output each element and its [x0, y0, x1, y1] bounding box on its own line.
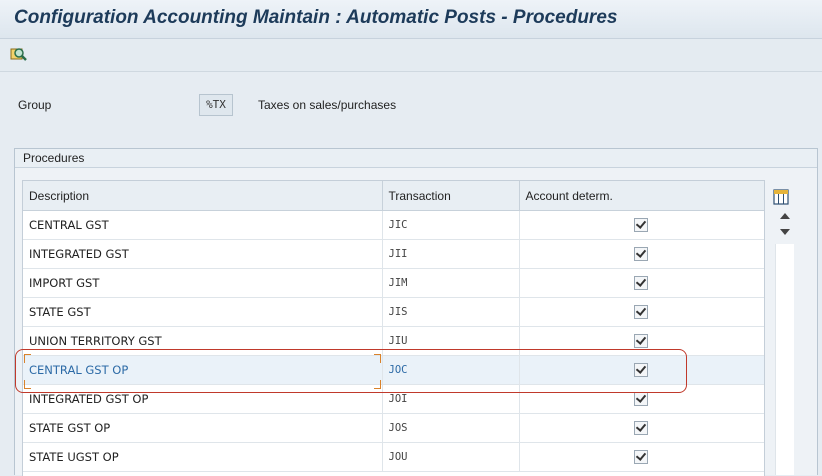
- row-description[interactable]: UNION TERRITORY GST: [23, 326, 383, 356]
- table-row[interactable]: CENTRAL GST JIC: [23, 210, 764, 240]
- row-account-determ: [519, 210, 764, 240]
- column-header-account-determ[interactable]: Account determ.: [519, 181, 764, 211]
- group-code-field[interactable]: %TX: [199, 94, 233, 116]
- group-row: Group %TX Taxes on sales/purchases: [0, 94, 822, 116]
- row-transaction[interactable]: JIS: [382, 297, 520, 327]
- selection-corner-top-right: [374, 354, 381, 363]
- row-transaction[interactable]: JIC: [382, 210, 520, 240]
- row-description[interactable]: CENTRAL GST OP: [23, 355, 383, 385]
- row-transaction[interactable]: JOU: [382, 442, 520, 472]
- find-icon: [10, 48, 27, 61]
- table-row[interactable]: UNION TERRITORY GST JIU: [23, 326, 764, 356]
- row-account-determ: [519, 297, 764, 327]
- column-header-transaction[interactable]: Transaction: [382, 181, 520, 211]
- row-account-determ: [519, 239, 764, 269]
- row-description[interactable]: CENTRAL GST: [23, 210, 383, 240]
- row-transaction[interactable]: JOS: [382, 413, 520, 443]
- procedures-panel: Procedures Description Transaction Accou…: [14, 148, 818, 476]
- find-button[interactable]: [8, 44, 30, 66]
- procedures-table: Description Transaction Account determ. …: [22, 180, 765, 476]
- scroll-up-icon[interactable]: [780, 213, 790, 219]
- procedures-title: Procedures: [15, 149, 817, 168]
- scroll-down-icon[interactable]: [780, 229, 790, 235]
- row-transaction[interactable]: JII: [382, 239, 520, 269]
- table-row[interactable]: IMPORT GST JIM: [23, 268, 764, 298]
- row-transaction[interactable]: JOC: [382, 355, 520, 385]
- selection-corner-top-left: [24, 354, 31, 363]
- table-row[interactable]: STATE GST JIS: [23, 297, 764, 327]
- scroll-track[interactable]: [775, 244, 794, 475]
- row-description[interactable]: STATE GST OP: [23, 413, 383, 443]
- window-title: Configuration Accounting Maintain : Auto…: [14, 7, 618, 28]
- title-bar: Configuration Accounting Maintain : Auto…: [0, 0, 822, 39]
- table-row[interactable]: INTEGRATED GST OP JOI: [23, 384, 764, 414]
- selection-corner-bottom-left: [24, 380, 31, 389]
- group-description: Taxes on sales/purchases: [258, 98, 397, 112]
- table-row[interactable]: INTEGRATED GST JII: [23, 239, 764, 269]
- account-determ-checkbox[interactable]: [634, 305, 648, 319]
- account-determ-checkbox[interactable]: [634, 334, 648, 348]
- row-transaction[interactable]: JOI: [382, 384, 520, 414]
- table-settings-button[interactable]: [773, 189, 789, 205]
- row-transaction[interactable]: JIU: [382, 326, 520, 356]
- table-row[interactable]: STATE GST OP JOS: [23, 413, 764, 443]
- row-description[interactable]: STATE GST: [23, 297, 383, 327]
- account-determ-checkbox[interactable]: [634, 421, 648, 435]
- row-description[interactable]: INTEGRATED GST: [23, 239, 383, 269]
- account-determ-checkbox[interactable]: [634, 218, 648, 232]
- row-description[interactable]: IMPORT GST: [23, 268, 383, 298]
- row-account-determ: [519, 326, 764, 356]
- column-settings-icon: [773, 189, 789, 205]
- table-row-selected[interactable]: CENTRAL GST OP JOC: [23, 355, 764, 385]
- toolbar: [0, 39, 822, 72]
- row-transaction[interactable]: JIM: [382, 268, 520, 298]
- account-determ-checkbox[interactable]: [634, 450, 648, 464]
- account-determ-checkbox[interactable]: [634, 276, 648, 290]
- table-row[interactable]: STATE UGST OP JOU: [23, 442, 764, 472]
- selection-corner-bottom-right: [374, 380, 381, 389]
- row-account-determ: [519, 384, 764, 414]
- row-account-determ: [519, 442, 764, 472]
- row-account-determ: [519, 355, 764, 385]
- table-header-row: Description Transaction Account determ.: [23, 181, 764, 211]
- account-determ-checkbox[interactable]: [634, 363, 648, 377]
- row-description[interactable]: STATE UGST OP: [23, 442, 383, 472]
- account-determ-checkbox[interactable]: [634, 247, 648, 261]
- row-account-determ: [519, 268, 764, 298]
- account-determ-checkbox[interactable]: [634, 392, 648, 406]
- row-description[interactable]: INTEGRATED GST OP: [23, 384, 383, 414]
- row-account-determ: [519, 413, 764, 443]
- group-label: Group: [18, 98, 52, 112]
- column-header-description[interactable]: Description: [23, 181, 383, 211]
